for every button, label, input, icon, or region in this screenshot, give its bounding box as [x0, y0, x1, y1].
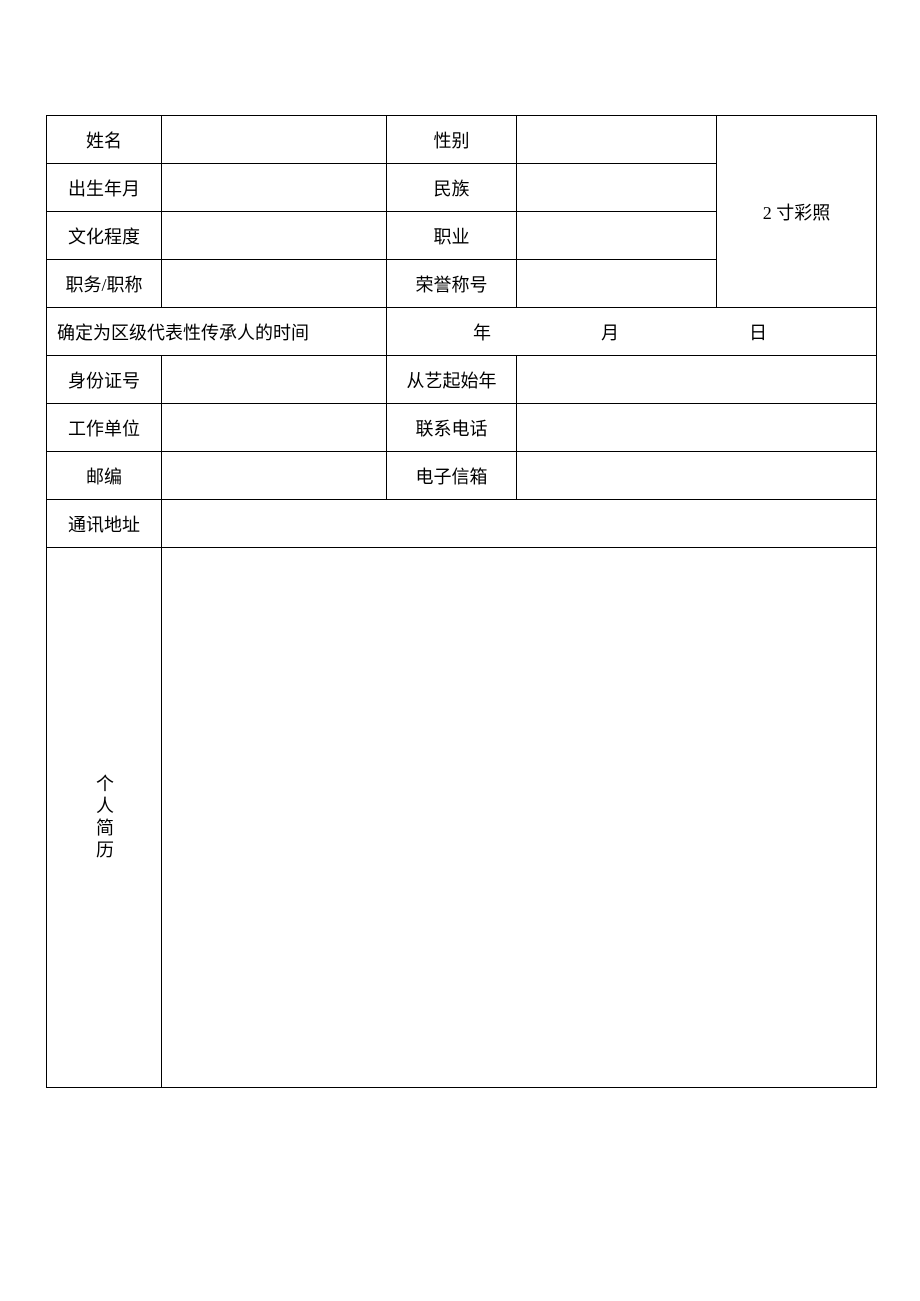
input-ethnicity[interactable]	[517, 164, 717, 212]
label-art-start: 从艺起始年	[387, 356, 517, 404]
row-name-gender: 姓名 性别 2 寸彩照	[47, 116, 877, 164]
input-district-date[interactable]: 年 月 日	[387, 308, 877, 356]
label-year: 年	[473, 319, 491, 345]
label-resume: 个人简历	[47, 548, 162, 1088]
label-position: 职务/职称	[47, 260, 162, 308]
row-address: 通讯地址	[47, 500, 877, 548]
row-workunit-phone: 工作单位 联系电话	[47, 404, 877, 452]
row-district-time: 确定为区级代表性传承人的时间 年 月 日	[47, 308, 877, 356]
row-id-artstart: 身份证号 从艺起始年	[47, 356, 877, 404]
label-id-number: 身份证号	[47, 356, 162, 404]
photo-placeholder[interactable]: 2 寸彩照	[717, 116, 877, 308]
input-id-number[interactable]	[162, 356, 387, 404]
label-education: 文化程度	[47, 212, 162, 260]
label-honor: 荣誉称号	[387, 260, 517, 308]
label-ethnicity: 民族	[387, 164, 517, 212]
input-work-unit[interactable]	[162, 404, 387, 452]
input-phone[interactable]	[517, 404, 877, 452]
input-art-start[interactable]	[517, 356, 877, 404]
input-address[interactable]	[162, 500, 877, 548]
input-postcode[interactable]	[162, 452, 387, 500]
input-birth[interactable]	[162, 164, 387, 212]
label-name: 姓名	[47, 116, 162, 164]
input-education[interactable]	[162, 212, 387, 260]
row-postcode-email: 邮编 电子信箱	[47, 452, 877, 500]
input-email[interactable]	[517, 452, 877, 500]
input-name[interactable]	[162, 116, 387, 164]
row-resume: 个人简历	[47, 548, 877, 1088]
label-gender: 性别	[387, 116, 517, 164]
label-address: 通讯地址	[47, 500, 162, 548]
label-month: 月	[601, 319, 619, 345]
label-work-unit: 工作单位	[47, 404, 162, 452]
label-district-time: 确定为区级代表性传承人的时间	[47, 308, 387, 356]
label-resume-text: 个人简历	[91, 774, 117, 862]
input-position[interactable]	[162, 260, 387, 308]
label-phone: 联系电话	[387, 404, 517, 452]
label-email: 电子信箱	[387, 452, 517, 500]
form-table: 姓名 性别 2 寸彩照 出生年月 民族 文化程度 职业 职务/职称 荣誉称号 确…	[46, 115, 877, 1088]
label-postcode: 邮编	[47, 452, 162, 500]
input-honor[interactable]	[517, 260, 717, 308]
label-birth: 出生年月	[47, 164, 162, 212]
input-occupation[interactable]	[517, 212, 717, 260]
label-day: 日	[749, 319, 767, 345]
label-occupation: 职业	[387, 212, 517, 260]
input-gender[interactable]	[517, 116, 717, 164]
input-resume[interactable]	[162, 548, 877, 1088]
